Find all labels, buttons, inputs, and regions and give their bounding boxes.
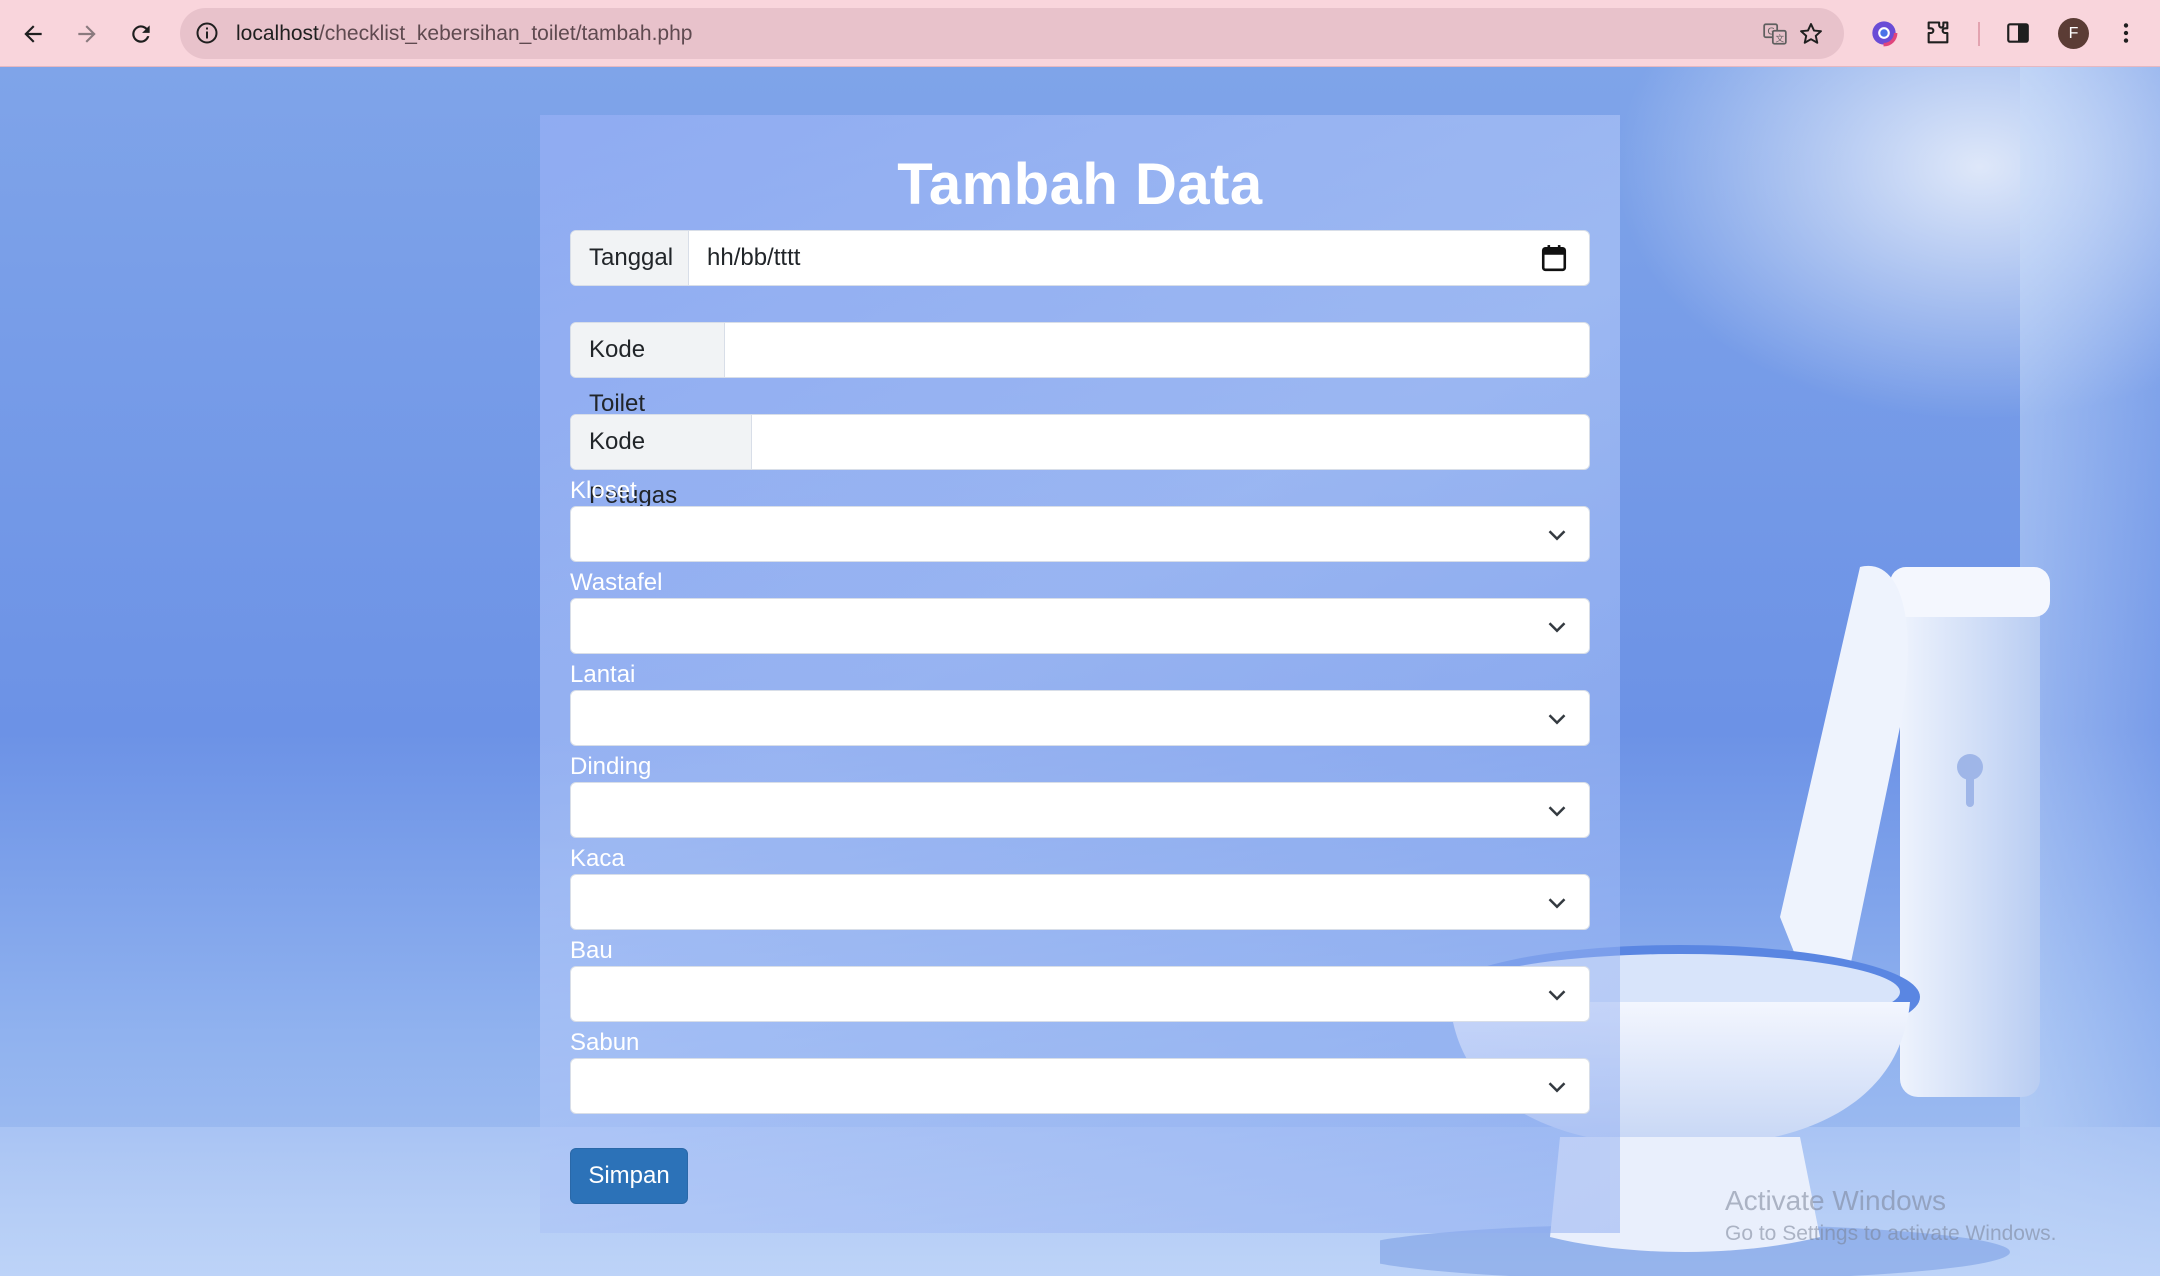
forward-button[interactable]: [68, 15, 106, 53]
kode-toilet-input-group: Kode Toilet: [570, 322, 1590, 417]
dinding-label: Dinding: [570, 753, 652, 780]
back-arrow-icon: [24, 25, 42, 43]
sabun-select[interactable]: [570, 1058, 1590, 1114]
bau-select[interactable]: [570, 966, 1590, 1022]
kode-toilet-input[interactable]: [741, 323, 1581, 377]
extensions-puzzle-icon[interactable]: [1922, 17, 1954, 49]
chevron-down-icon: [1548, 806, 1566, 817]
bookmark-star-icon[interactable]: [1796, 19, 1826, 49]
chevron-down-icon: [1548, 530, 1566, 541]
reload-icon: [132, 25, 150, 43]
site-info-icon[interactable]: [192, 18, 222, 48]
toolbar-separator: [1978, 22, 1980, 46]
address-bar[interactable]: localhost/checklist_kebersihan_toilet/ta…: [180, 8, 1844, 59]
lantai-label: Lantai: [570, 661, 636, 688]
sabun-label: Sabun: [570, 1029, 640, 1056]
kloset-select[interactable]: [570, 506, 1590, 562]
bau-label: Bau: [570, 937, 613, 964]
kode-petugas-input-group: Kode Petugas: [570, 414, 1590, 509]
calendar-icon[interactable]: [1541, 244, 1567, 272]
chevron-down-icon: [1548, 622, 1566, 633]
reload-button[interactable]: [122, 15, 160, 53]
more-menu-icon[interactable]: [2110, 17, 2142, 49]
tanggal-date-input[interactable]: hh/bb/tttt: [707, 231, 1527, 285]
simpan-button[interactable]: Simpan: [570, 1148, 688, 1204]
svg-text:文: 文: [1776, 33, 1785, 45]
side-panel-icon[interactable]: [2002, 17, 2034, 49]
tanggal-label: Tanggal: [571, 231, 689, 285]
wastafel-label: Wastafel: [570, 569, 663, 596]
kode-toilet-label: Kode Toilet: [571, 323, 725, 417]
lantai-select[interactable]: [570, 690, 1590, 746]
form-card: Tambah Data Tanggal hh/bb/tttt Kode Toil…: [540, 115, 1620, 1233]
kode-petugas-input[interactable]: [767, 415, 1577, 469]
browser-toolbar: localhost/checklist_kebersihan_toilet/ta…: [0, 0, 2160, 67]
url-text[interactable]: localhost/checklist_kebersihan_toilet/ta…: [236, 8, 692, 59]
kode-petugas-label: Kode Petugas: [571, 415, 752, 509]
translate-icon[interactable]: G文: [1760, 19, 1790, 49]
chevron-down-icon: [1548, 714, 1566, 725]
profile-avatar[interactable]: F: [2058, 18, 2089, 49]
dinding-select[interactable]: [570, 782, 1590, 838]
windows-activation-title: Activate Windows: [1725, 1185, 1946, 1216]
chevron-down-icon: [1548, 1082, 1566, 1093]
wastafel-select[interactable]: [570, 598, 1590, 654]
kaca-label: Kaca: [570, 845, 625, 872]
back-button[interactable]: [14, 15, 52, 53]
tanggal-input-group: Tanggal hh/bb/tttt: [570, 230, 1590, 286]
kaca-select[interactable]: [570, 874, 1590, 930]
forward-arrow-icon: [78, 25, 96, 43]
chevron-down-icon: [1548, 898, 1566, 909]
page-background: Tambah Data Tanggal hh/bb/tttt Kode Toil…: [0, 67, 2160, 1276]
url-path: /checklist_kebersihan_toilet/tambah.php: [318, 22, 693, 45]
windows-activation-subtitle: Go to Settings to activate Windows.: [1725, 1222, 2057, 1245]
page-title: Tambah Data: [897, 152, 1263, 217]
kloset-label: Kloset: [570, 477, 637, 504]
chevron-down-icon: [1548, 990, 1566, 1001]
url-host: localhost: [236, 22, 319, 45]
color-extension-icon[interactable]: [1868, 17, 1900, 49]
